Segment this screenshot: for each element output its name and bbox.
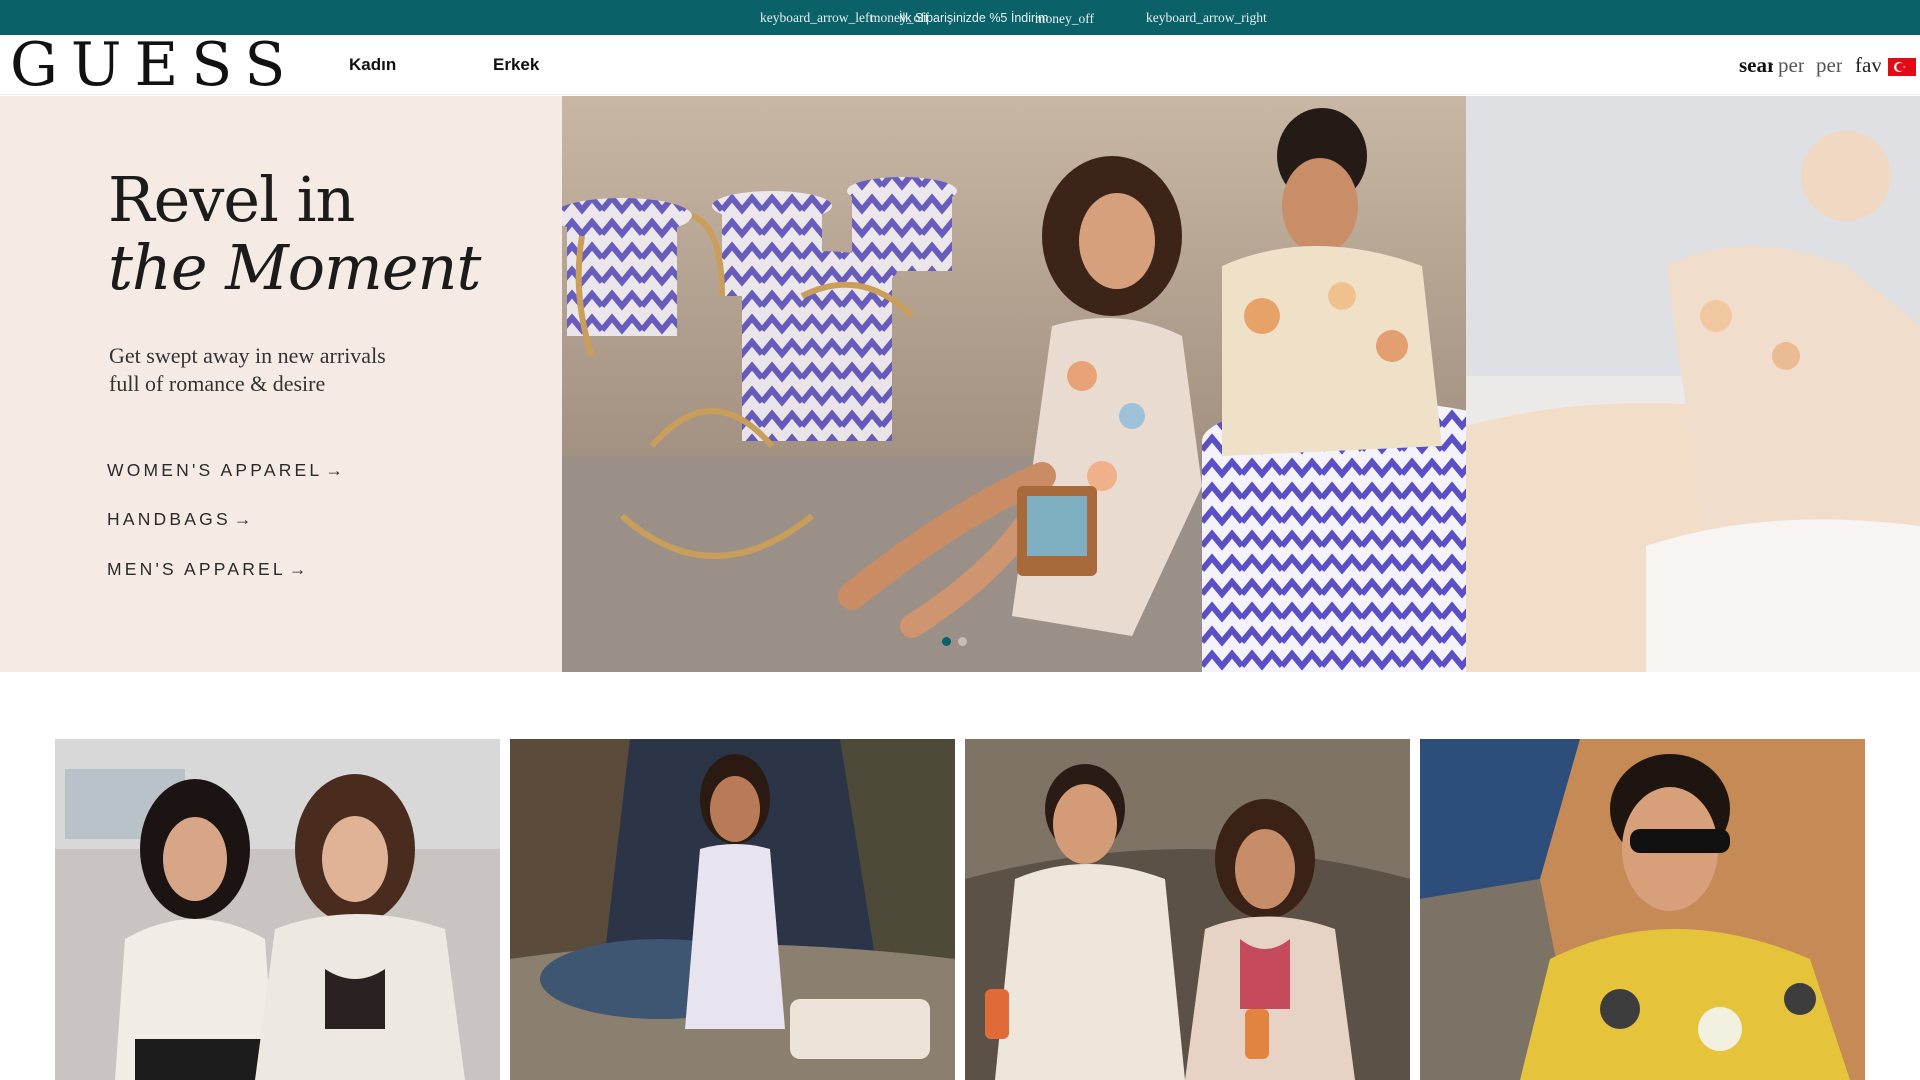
- nav-kadin[interactable]: Kadın: [349, 55, 396, 75]
- category-tile-women[interactable]: [55, 739, 500, 1080]
- photo-icon: [965, 739, 1410, 1080]
- promo-message[interactable]: İlk Siparişinizde %5 İndirim: [899, 11, 1048, 25]
- hero-title-line2: the Moment: [108, 231, 481, 304]
- hero-subtitle-line2: full of romance & desire: [109, 371, 326, 396]
- handbags-label: HANDBAGS: [107, 509, 231, 529]
- category-tile-dresses[interactable]: [510, 739, 955, 1080]
- photo-icon: [1420, 739, 1865, 1080]
- category-tile-couple[interactable]: [965, 739, 1410, 1080]
- turkey-flag-icon[interactable]: [1888, 58, 1916, 76]
- guess-logo[interactable]: GUESS: [10, 35, 298, 95]
- account-icon[interactable]: person: [1816, 53, 1842, 78]
- mens-apparel-link[interactable]: MEN'S APPAREL →: [107, 559, 306, 580]
- handbags-link[interactable]: HANDBAGS →: [107, 509, 251, 530]
- promo-prev-icon[interactable]: keyboard_arrow_left: [760, 10, 873, 26]
- promo-next-icon[interactable]: keyboard_arrow_right: [1146, 10, 1267, 26]
- arrow-right-icon: →: [288, 559, 307, 579]
- category-tile-men[interactable]: [1420, 739, 1865, 1080]
- money-off-icon: money_off: [1035, 11, 1094, 26]
- account-icon[interactable]: person: [1778, 53, 1804, 78]
- site-header: GUESS Kadın Erkek search person person f…: [0, 35, 1920, 95]
- hero-title: Revel in the Moment: [108, 163, 481, 304]
- arrow-right-icon: →: [233, 509, 252, 529]
- photo-icon: [510, 739, 955, 1080]
- womens-apparel-label: WOMEN'S APPAREL: [107, 460, 323, 480]
- nav-erkek[interactable]: Erkek: [493, 55, 539, 75]
- carousel-dot-active[interactable]: [942, 637, 951, 646]
- arrow-right-icon: →: [325, 460, 343, 480]
- photo-icon: [55, 739, 500, 1080]
- hero-title-line1: Revel in: [108, 163, 355, 236]
- hero-image[interactable]: [562, 96, 1466, 672]
- carousel-dot[interactable]: [958, 637, 967, 646]
- mens-apparel-label: MEN'S APPAREL: [107, 559, 286, 579]
- hero-subtitle: Get swept away in new arrivals full of r…: [109, 342, 449, 398]
- hero-text-panel: Revel in the Moment Get swept away in ne…: [0, 96, 562, 672]
- womens-apparel-link[interactable]: WOMEN'S APPAREL →: [107, 460, 343, 481]
- hero-next-slide[interactable]: [1466, 96, 1920, 672]
- favorite-icon[interactable]: favorite: [1855, 53, 1881, 78]
- hero-subtitle-line1: Get swept away in new arrivals: [109, 343, 386, 368]
- search-icon[interactable]: search: [1739, 53, 1773, 78]
